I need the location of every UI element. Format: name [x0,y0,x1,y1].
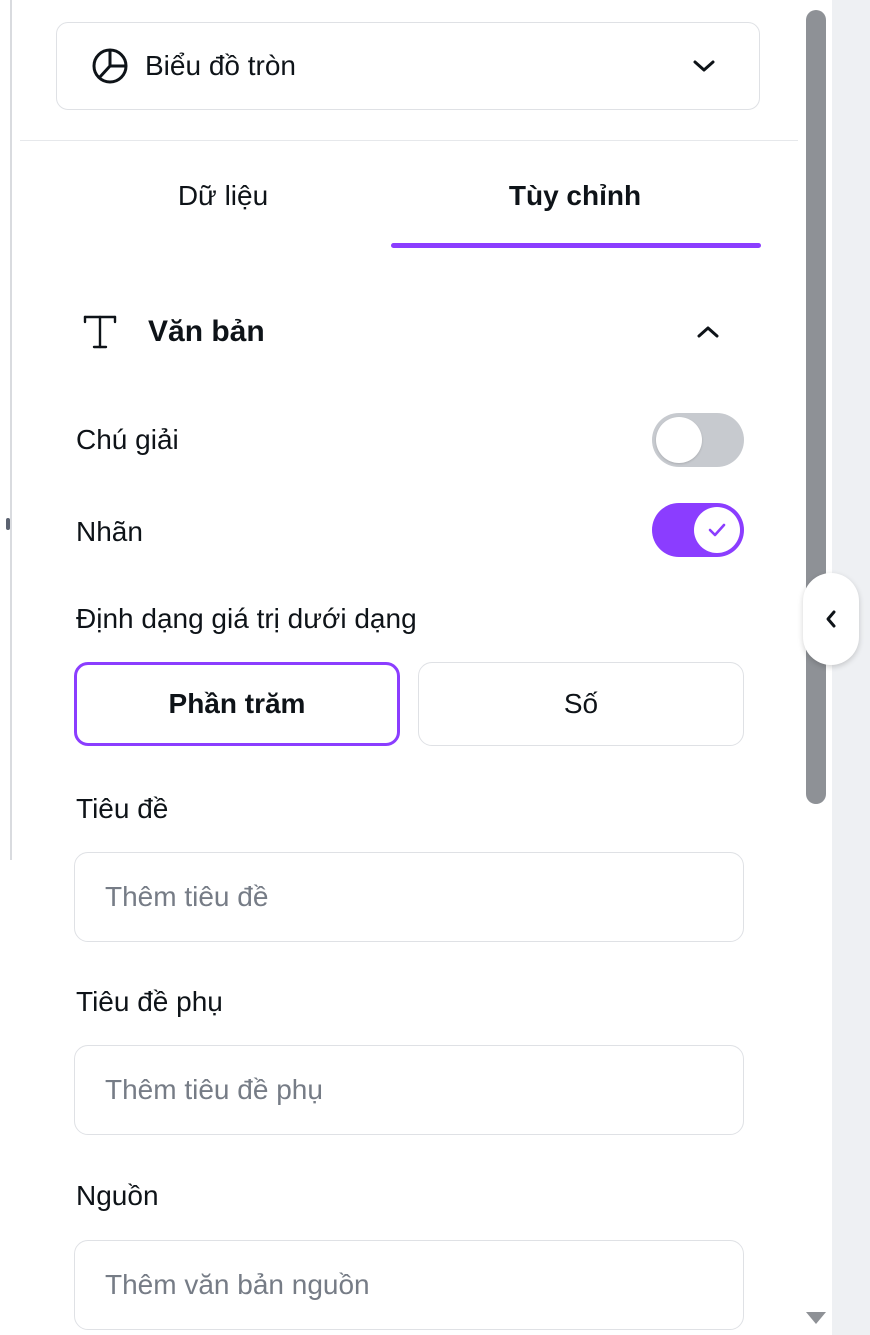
check-icon [708,523,726,537]
labels-toggle[interactable] [652,503,744,557]
toggle-knob [694,507,740,553]
left-panel-edge [0,0,12,860]
chart-type-select[interactable]: Biểu đồ tròn [56,22,760,110]
text-t-icon [78,310,122,354]
scroll-down-arrow-icon[interactable] [806,1312,826,1324]
chart-type-label: Biểu đồ tròn [145,50,296,81]
scrollbar-thumb[interactable] [806,10,826,804]
section-divider [20,140,798,141]
format-number-button[interactable]: Số [418,662,744,746]
toggle-knob [656,417,702,463]
labels-label: Nhãn [76,516,143,547]
source-field-label: Nguồn [76,1180,159,1211]
tab-data[interactable]: Dữ liệu [42,180,404,244]
resize-handle-mark [6,518,10,530]
active-tab-indicator [391,243,761,248]
legend-toggle[interactable] [652,413,744,467]
pie-chart-icon [89,45,131,87]
canvas-area [832,0,870,1335]
text-section-header[interactable]: Văn bản [76,302,746,362]
subtitle-field-label: Tiêu đề phụ [76,986,223,1017]
chevron-left-icon [826,610,836,628]
title-field-label: Tiêu đề [76,793,169,824]
chevron-up-icon [692,316,724,348]
subtitle-input[interactable] [74,1045,744,1135]
tab-customize[interactable]: Tùy chỉnh [394,180,756,244]
chevron-down-icon [689,51,719,81]
collapse-panel-button[interactable] [803,573,859,665]
legend-label: Chú giải [76,424,179,455]
format-percent-button[interactable]: Phần trăm [74,662,400,746]
value-format-label: Định dạng giá trị dưới dạng [76,603,417,634]
source-input[interactable] [74,1240,744,1330]
title-input[interactable] [74,852,744,942]
section-title: Văn bản [148,315,265,348]
